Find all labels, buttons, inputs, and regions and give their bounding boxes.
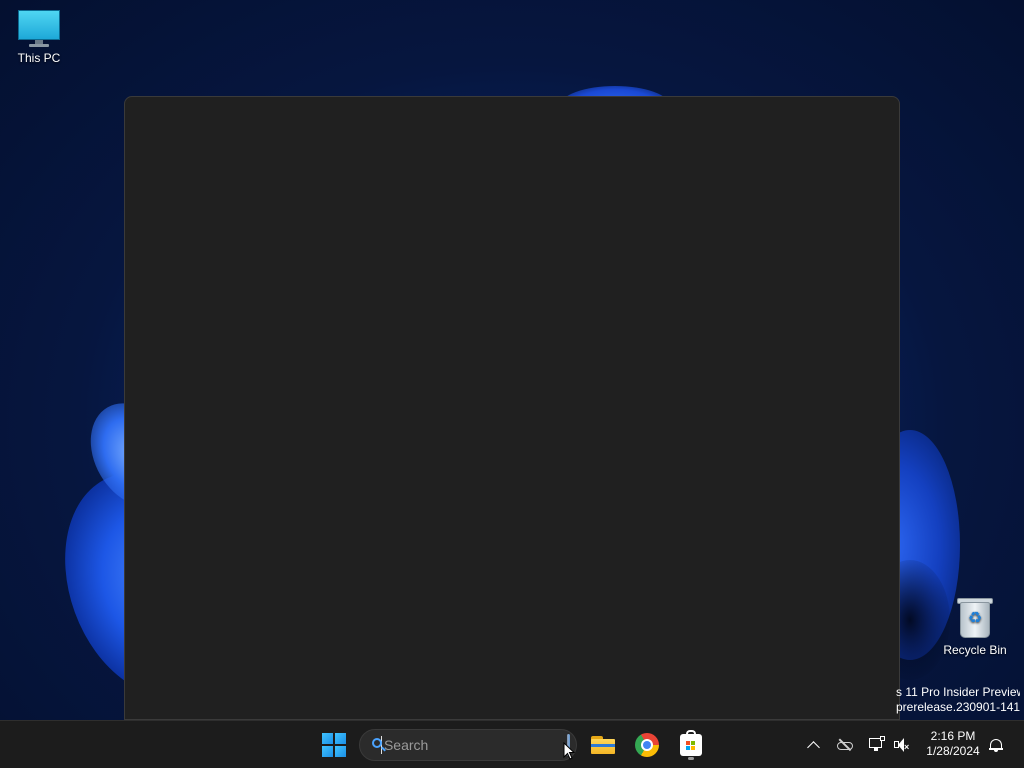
store-icon [680,730,702,756]
desktop-icon-label: This PC [17,51,61,65]
windows-logo-icon [322,733,346,757]
notifications-button[interactable] [984,733,1008,757]
taskbar-app-chrome[interactable] [631,729,663,761]
clock[interactable]: 2:16 PM 1/28/2024 [918,729,988,761]
taskbar: × 2:16 PM 1/28/2024 [0,720,1024,768]
recycle-bin-icon: ♻ [957,596,993,640]
build-watermark: s 11 Pro Insider Preview prerelease.2309… [896,685,1020,715]
desktop: This PC ♻ Recycle Bin s 11 Pro Insider P… [0,0,1024,768]
clock-time: 2:16 PM [930,729,976,743]
desktop-icon-label: Recycle Bin [943,643,1007,657]
chrome-icon [635,733,659,757]
volume-tray-button[interactable]: × [890,733,914,757]
watermark-line-1: s 11 Pro Insider Preview [896,685,1020,699]
volume-muted-icon: × [894,738,910,752]
taskbar-app-file-explorer[interactable] [587,729,619,761]
chevron-up-icon [806,740,820,754]
taskbar-app-store[interactable] [675,729,707,761]
monitor-icon [18,10,60,48]
bell-icon [989,738,1003,752]
cloud-off-icon [837,738,853,752]
desktop-icon-recycle-bin[interactable]: ♻ Recycle Bin [936,596,1014,657]
onedrive-tray-button[interactable] [833,733,857,757]
watermark-line-2: prerelease.230901-1416 [896,700,1020,714]
search-box[interactable] [359,729,577,761]
show-hidden-icons-button[interactable] [801,733,825,757]
desktop-icon-this-pc[interactable]: This PC [0,10,78,65]
running-indicator [688,757,694,760]
network-icon [869,736,885,752]
clock-date: 1/28/2024 [926,744,980,758]
folder-icon [591,736,615,754]
search-icon [372,738,386,752]
mouse-cursor-icon [563,742,575,760]
network-tray-button[interactable] [865,733,889,757]
start-button[interactable] [318,729,350,761]
app-window[interactable] [124,96,900,720]
search-input[interactable] [380,736,567,754]
